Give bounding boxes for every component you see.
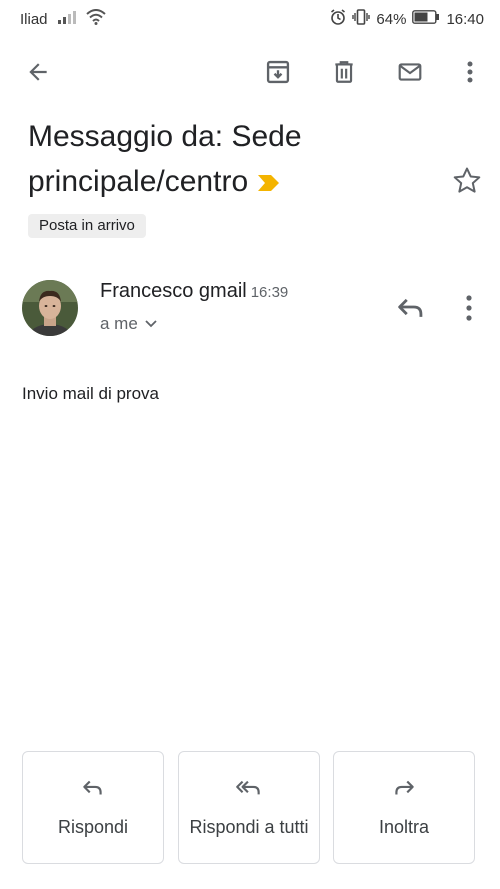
email-subject: Messaggio da: Sede principale/centro: [28, 114, 448, 206]
email-body: Invio mail di prova: [22, 384, 160, 403]
reply-all-icon: [234, 777, 264, 804]
wifi-icon: [85, 9, 106, 29]
recipient-text: a me: [100, 314, 138, 333]
carrier-name: Iliad: [20, 10, 48, 28]
back-arrow-icon[interactable]: [20, 54, 56, 90]
chevron-down-icon: [144, 314, 158, 334]
vibrate-icon: [352, 9, 371, 29]
recipient-toggle[interactable]: a me: [100, 314, 158, 334]
avatar[interactable]: [22, 280, 78, 336]
message-more-icon[interactable]: [452, 290, 486, 326]
mail-icon[interactable]: [392, 54, 428, 90]
battery-percent: 64%: [376, 10, 407, 28]
reply-all-label: Rispondi a tutti: [189, 816, 309, 837]
reply-icon: [80, 777, 106, 804]
status-bar-right: 64% 16:40: [330, 9, 484, 29]
reply-icon[interactable]: [394, 290, 430, 326]
top-toolbar: [0, 48, 500, 96]
signal-icon: [57, 10, 76, 28]
clock-time: 16:40: [446, 10, 484, 28]
star-icon[interactable]: [450, 164, 484, 198]
more-vert-icon[interactable]: [452, 54, 488, 90]
delete-icon[interactable]: [326, 54, 362, 90]
label-chip[interactable]: Posta in arrivo: [28, 214, 146, 238]
forward-icon: [391, 777, 417, 804]
sender-line: Francesco gmail 16:39: [100, 280, 288, 303]
battery-icon: [412, 10, 440, 28]
status-bar-left: Iliad: [20, 9, 106, 29]
reply-all-button[interactable]: Rispondi a tutti: [178, 751, 320, 864]
importance-marker-icon[interactable]: [256, 161, 282, 206]
reply-button[interactable]: Rispondi: [22, 751, 164, 864]
reply-label: Rispondi: [57, 816, 129, 837]
archive-icon[interactable]: [260, 54, 296, 90]
forward-button[interactable]: Inoltra: [333, 751, 475, 864]
email-time: 16:39: [250, 284, 289, 301]
forward-label: Inoltra: [378, 816, 430, 837]
alarm-icon: [330, 9, 346, 29]
sender-name[interactable]: Francesco gmail: [100, 280, 247, 302]
status-bar: Iliad 64% 16:40: [0, 0, 500, 36]
